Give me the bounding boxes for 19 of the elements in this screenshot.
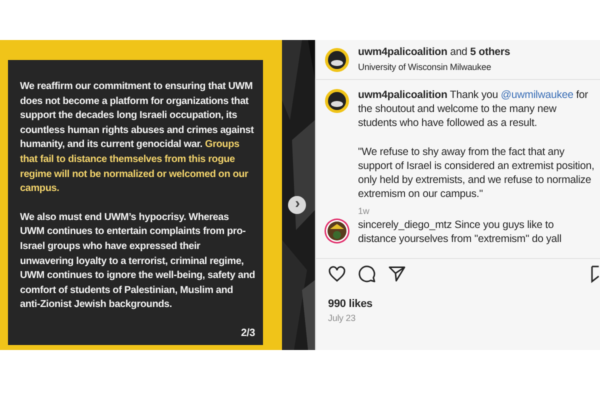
avatar[interactable] [324,88,350,114]
post-header-title[interactable]: uwm4palicoalition and 5 others [358,45,510,60]
slide-counter: 2/3 [241,326,255,341]
avatar[interactable] [324,46,350,72]
likes-count[interactable]: 990 likes [316,292,600,311]
slide-paragraph: We also must end UWM’s hypocrisy. Whereas UWM continues to entertain complaints from pro-Israel groups who have expressed their unwavering loyalty to a terrorist, criminal regime, UWM continues to ignore the well-being, safety and comfort of students of Palestinian, Muslim and anti-Zionist Jewish backgrounds. [20,210,255,312]
slide-paragraph: We reaffirm our commitment to ensuring that UWM does not become a platform for organizations that support the decades long Israeli occupation, its countless human rights abuses and crimes against humanity, and its current genocidal war. Groups that fail to distance themselves from this rogue regime will not be normalized or welcomed on our campus. [20,80,255,196]
heart-icon[interactable] [328,265,346,283]
comment-icon[interactable] [358,265,376,283]
post-date: July 23 [327,312,356,325]
caption-quote: "We refuse to shy away from the fact that any support of Israel is considered an extremist position, only held by extremists, and we refuse to normalize extremism on our campus." [358,144,596,202]
bookmark-icon[interactable] [591,265,599,283]
location-link[interactable]: University of Wisconsin Milwaukee [358,60,510,74]
send-icon[interactable] [388,265,406,283]
comment-text: sincerely_diego_mtz Since you guys like to distance yourselves from "extremism" do yall [358,218,562,246]
avatar[interactable] [324,218,350,244]
mention-link[interactable]: @uwmilwaukee [500,89,574,101]
caption-text: uwm4palicoalition Thank you @uwmilwaukee for the shoutout and welcome to the many new students who have followed as a result. [358,88,590,131]
post-time: 1w [358,205,370,218]
